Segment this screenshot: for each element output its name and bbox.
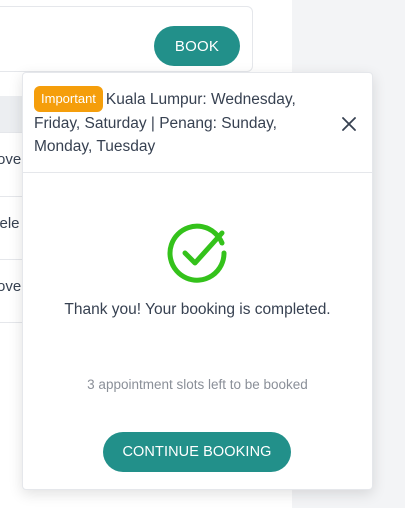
close-button[interactable] [339, 114, 359, 134]
list-header [0, 96, 22, 132]
list-item-label: rove [0, 278, 22, 295]
list-item-label: rove [0, 151, 22, 168]
list-item[interactable]: cele [0, 196, 22, 258]
modal-header: Important Kuala Lumpur: Wednesday, Friday… [23, 73, 372, 173]
book-button[interactable]: BOOK [154, 26, 240, 66]
list-item-label: cele [0, 215, 20, 232]
close-icon [342, 117, 356, 131]
remaining-slots-text: 3 appointment slots left to be booked [87, 377, 308, 392]
schedule-notice: Important Kuala Lumpur: Wednesday, Friday… [34, 86, 334, 158]
booking-card: BOOK [0, 6, 253, 72]
list-item[interactable]: rove [0, 132, 22, 194]
list-item[interactable]: rove [0, 259, 22, 321]
success-message: Thank you! Your booking is completed. [64, 301, 331, 318]
continue-booking-button[interactable]: CONTINUE BOOKING [103, 432, 291, 472]
divider [0, 322, 22, 323]
booking-confirmation-modal: Important Kuala Lumpur: Wednesday, Friday… [22, 72, 373, 490]
important-badge: Important [34, 86, 103, 112]
check-circle-icon [167, 223, 227, 283]
